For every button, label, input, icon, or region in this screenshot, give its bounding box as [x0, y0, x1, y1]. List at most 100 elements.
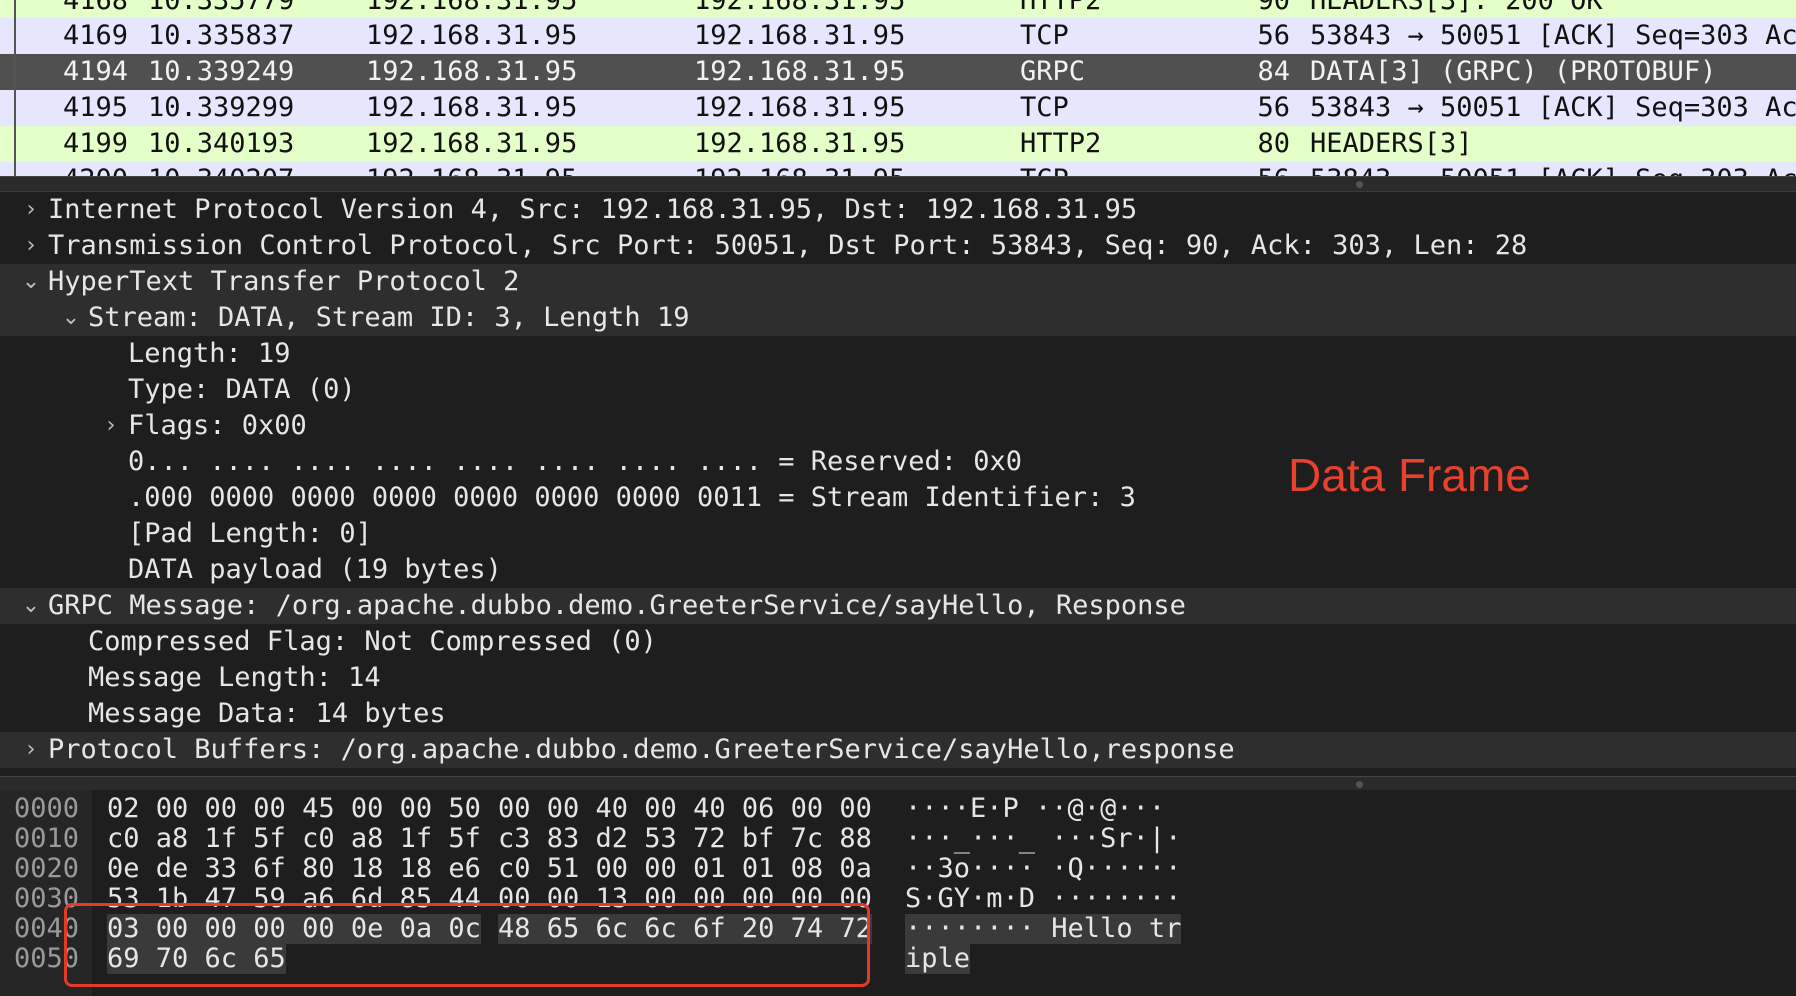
- packet-info: 53843 → 50051 [ACK] Seq=303 Ack: [1310, 162, 1796, 176]
- packet-source: 192.168.31.95: [366, 92, 578, 123]
- ascii-bytes: S·GY·m·D ········: [905, 883, 1182, 914]
- tree-row-label: Stream: DATA, Stream ID: 3, Length 19: [88, 302, 690, 333]
- byte-offset: 0040: [14, 913, 80, 944]
- hex-bytes-right: c3 83 d2 53 72 bf 7c 88: [498, 823, 872, 854]
- byte-offset: 0030: [14, 883, 80, 914]
- packet-time: 10.335837: [148, 20, 295, 51]
- tree-row[interactable]: › Internet Protocol Version 4, Src: 192.1…: [0, 192, 1796, 228]
- packet-protocol: HTTP2: [1020, 128, 1102, 159]
- packet-length: 90: [1257, 0, 1290, 16]
- collapse-arrow-icon[interactable]: ⌄: [20, 588, 42, 624]
- packet-length: 80: [1257, 128, 1290, 159]
- packet-info: 53843 → 50051 [ACK] Seq=303 Ack: [1310, 92, 1796, 123]
- packet-protocol: TCP: [1020, 92, 1069, 123]
- tree-row-label: Length: 19: [128, 338, 291, 369]
- packet-source: 192.168.31.95: [366, 0, 578, 16]
- pane-splitter-top[interactable]: [0, 176, 1796, 192]
- packet-protocol: GRPC: [1020, 56, 1086, 87]
- tree-row-label: Transmission Control Protocol, Src Port:…: [48, 230, 1528, 261]
- tree-row-label: GRPC Message: /org.apache.dubbo.demo.Gre…: [48, 590, 1186, 621]
- packet-source: 192.168.31.95: [366, 20, 578, 51]
- splitter-handle[interactable]: [1356, 781, 1363, 788]
- packet-time: 10.340193: [148, 128, 295, 159]
- packet-source: 192.168.31.95: [366, 128, 578, 159]
- packet-time: 10.339249: [148, 56, 295, 87]
- tree-row[interactable]: DATA payload (19 bytes): [0, 552, 1796, 588]
- packet-length: 56: [1257, 92, 1290, 123]
- tree-row[interactable]: [Pad Length: 0]: [0, 516, 1796, 552]
- splitter-handle[interactable]: [1356, 181, 1363, 188]
- ascii-bytes: ··3o···· ·Q······: [905, 853, 1182, 884]
- packet-number: 4195: [62, 92, 128, 123]
- packet-row[interactable]: 4194 10.339249 192.168.31.95 192.168.31.95 G…: [0, 54, 1796, 90]
- tree-row-label: DATA payload (19 bytes): [128, 554, 502, 585]
- byte-offset: 0010: [14, 823, 80, 854]
- hex-bytes-left: 02 00 00 00 45 00 00 50: [107, 793, 481, 824]
- packet-protocol: HTTP2: [1020, 0, 1102, 16]
- expand-arrow-icon[interactable]: ›: [20, 192, 42, 228]
- packet-row[interactable]: 4168 10.335779 192.168.31.95 192.168.31.95 H…: [0, 0, 1796, 19]
- tree-row[interactable]: Type: DATA (0): [0, 372, 1796, 408]
- packet-info: DATA[3] (GRPC) (PROTOBUF): [1310, 56, 1717, 87]
- packet-row[interactable]: 4195 10.339299 192.168.31.95 192.168.31.95 T…: [0, 90, 1796, 126]
- tree-row[interactable]: Message Length: 14: [0, 660, 1796, 696]
- packet-destination: 192.168.31.95: [694, 56, 906, 87]
- hex-bytes-left: 03 00 00 00 00 0e 0a 0c: [107, 913, 481, 944]
- hex-bytes-left: 69 70 6c 65: [107, 943, 286, 974]
- packet-row[interactable]: 4199 10.340193 192.168.31.95 192.168.31.95 H…: [0, 126, 1796, 162]
- tree-row-label: Message Length: 14: [88, 662, 381, 693]
- ascii-bytes: iple: [905, 943, 971, 974]
- packet-number: 4169: [62, 20, 128, 51]
- expand-arrow-icon[interactable]: ›: [20, 228, 42, 264]
- tree-row[interactable]: Length: 19: [0, 336, 1796, 372]
- tree-row-label: Internet Protocol Version 4, Src: 192.16…: [48, 194, 1138, 225]
- packet-time: 10.339299: [148, 92, 295, 123]
- packet-length: 56: [1240, 162, 1290, 176]
- hex-bytes-right: c0 51 00 00 01 01 08 0a: [498, 853, 872, 884]
- byte-offset: 0020: [14, 853, 80, 884]
- expand-arrow-icon[interactable]: ›: [20, 732, 42, 768]
- tree-row[interactable]: › Transmission Control Protocol, Src Port…: [0, 228, 1796, 264]
- packet-source: 192.168.31.95: [366, 162, 577, 176]
- collapse-arrow-icon[interactable]: ⌄: [20, 264, 42, 300]
- tree-row-label: 0... .... .... .... .... .... .... .... …: [128, 446, 1023, 477]
- byte-offset: 0000: [14, 793, 80, 824]
- tree-row[interactable]: › Protocol Buffers: /org.apache.dubbo.dem…: [0, 732, 1796, 768]
- packet-row[interactable]: 4200 10.340207 192.168.31.95 192.168.31.95 T…: [0, 162, 1796, 176]
- packet-destination: 192.168.31.95: [694, 162, 905, 176]
- packet-row[interactable]: 4169 10.335837 192.168.31.95 192.168.31.95 T…: [0, 18, 1796, 54]
- packet-source: 192.168.31.95: [366, 56, 578, 87]
- ascii-bytes: ····E·P ··@·@···: [905, 793, 1166, 824]
- tree-row-label: [Pad Length: 0]: [128, 518, 372, 549]
- packet-number: 4200: [40, 162, 128, 176]
- tree-row[interactable]: ⌄ GRPC Message: /org.apache.dubbo.demo.Gr…: [0, 588, 1796, 624]
- packet-time: 10.335779: [148, 0, 295, 16]
- ascii-bytes: ········ Hello tr: [905, 913, 1182, 944]
- hex-bytes-right: 00 00 13 00 00 00 00 00: [498, 883, 872, 914]
- packet-list[interactable]: 4168 10.335779 192.168.31.95 192.168.31.95 H…: [0, 0, 1796, 176]
- tree-row-label: Type: DATA (0): [128, 374, 356, 405]
- packet-bytes-pane[interactable]: 0000 02 00 00 00 45 00 00 50 00 00 40 00 4…: [0, 790, 1796, 996]
- packet-destination: 192.168.31.95: [694, 92, 906, 123]
- tree-row[interactable]: › Flags: 0x00: [0, 408, 1796, 444]
- tree-row[interactable]: ⌄ HyperText Transfer Protocol 2: [0, 264, 1796, 300]
- packet-length: 56: [1257, 20, 1290, 51]
- tree-row[interactable]: ⌄ Stream: DATA, Stream ID: 3, Length 19: [0, 300, 1796, 336]
- packet-number: 4199: [62, 128, 128, 159]
- hex-bytes-right: 48 65 6c 6c 6f 20 74 72: [498, 913, 872, 944]
- packet-protocol: TCP: [1020, 162, 1069, 176]
- tree-row[interactable]: Message Data: 14 bytes: [0, 696, 1796, 732]
- collapse-arrow-icon[interactable]: ⌄: [60, 300, 82, 336]
- tree-row-label: Protocol Buffers: /org.apache.dubbo.demo…: [48, 734, 1235, 765]
- packet-list-edge: [14, 0, 16, 176]
- annotation-label: Data Frame: [1288, 449, 1531, 501]
- hex-bytes-right: 00 00 40 00 40 06 00 00: [498, 793, 872, 824]
- tree-row[interactable]: Compressed Flag: Not Compressed (0): [0, 624, 1796, 660]
- expand-arrow-icon[interactable]: ›: [100, 408, 122, 444]
- packet-number: 4168: [62, 0, 128, 16]
- tree-row-label: .000 0000 0000 0000 0000 0000 0000 0011 …: [128, 482, 1136, 513]
- tree-row-label: Flags: 0x00: [128, 410, 307, 441]
- byte-offset: 0050: [14, 943, 80, 974]
- packet-protocol: TCP: [1020, 20, 1069, 51]
- tree-row-label: HyperText Transfer Protocol 2: [48, 266, 520, 297]
